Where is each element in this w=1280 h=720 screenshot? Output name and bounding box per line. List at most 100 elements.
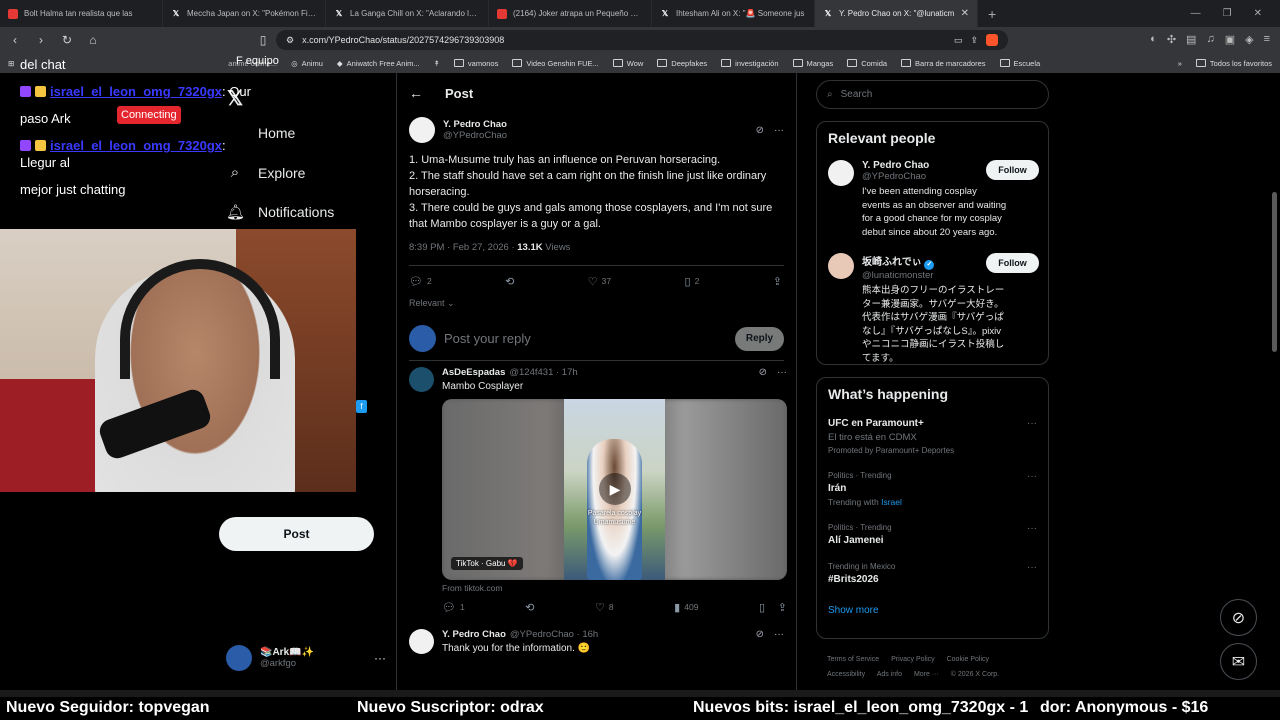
footer-link[interactable]: Accessibility	[827, 671, 865, 678]
follow-button[interactable]: Follow	[986, 160, 1039, 180]
views-action[interactable]: ▮ 409	[674, 601, 698, 614]
forward-icon[interactable]: ›	[34, 33, 48, 47]
back-arrow-icon[interactable]: ←	[409, 85, 423, 101]
reply-action[interactable]: 💬︎ 2	[409, 275, 432, 288]
author-handle[interactable]: @YPedroChao · 16h	[510, 629, 598, 640]
follow-button[interactable]: Follow	[986, 253, 1039, 273]
close-window-icon[interactable]: ✕	[1254, 8, 1262, 19]
avatar[interactable]	[409, 629, 434, 654]
wallet-icon[interactable]: ▣	[1225, 33, 1235, 46]
bookmark-folder[interactable]: Video Genshin FUE...	[512, 59, 599, 68]
close-tab-icon[interactable]: ✕	[961, 8, 969, 19]
puzzle-icon[interactable]: ✣	[1167, 33, 1176, 46]
trend-item[interactable]: Politics · Trending Irán Trending with I…	[828, 471, 1048, 507]
bookmark-folder[interactable]: Barra de marcadores	[901, 59, 986, 68]
bookmark-item[interactable]: ◆ Aniwatch Free Anim...	[337, 59, 420, 68]
more-icon[interactable]: ···	[774, 629, 784, 640]
url-text[interactable]: x.com/YPedroChao/status/2027574296739303…	[302, 35, 946, 45]
avatar[interactable]	[828, 160, 854, 186]
author-name[interactable]: AsDeEspadas	[442, 367, 505, 378]
apps-icon[interactable]: ⊞	[8, 59, 14, 68]
bookmark-folder[interactable]: Comida	[847, 59, 887, 68]
footer-link[interactable]: More ···	[914, 671, 939, 678]
author-name[interactable]: Y. Pedro Chao	[443, 119, 507, 130]
trend-item[interactable]: UFC en Paramount+ El tiro está en CDMX P…	[828, 418, 1048, 455]
author-handle[interactable]: @124f431 · 17h	[509, 367, 577, 378]
browser-tab-active[interactable]: 𝕏 Y. Pedro Chao on X: "@lunaticm ✕	[815, 0, 978, 27]
grok-icon[interactable]: ⊘	[759, 367, 767, 378]
bookmark-action[interactable]: ▯ 2	[685, 275, 700, 288]
back-icon[interactable]: ‹	[8, 33, 22, 47]
video-embed[interactable]: ▶ Pasarela cosplay Umamusume TikTok · Ga…	[442, 399, 787, 580]
minimize-icon[interactable]: —	[1191, 8, 1201, 19]
author-name[interactable]: Y. Pedro Chao	[442, 629, 506, 640]
maximize-icon[interactable]: ❐	[1223, 8, 1232, 19]
reload-icon[interactable]: ↻	[60, 33, 74, 47]
footer-link[interactable]: Cookie Policy	[947, 656, 989, 663]
more-icon[interactable]: ···	[1027, 471, 1037, 482]
cast-icon[interactable]: ▭	[954, 35, 963, 46]
bookmark-share[interactable]: ▯ ⇪	[759, 601, 787, 614]
account-switcher[interactable]: 📚Ark📖✨ @arkfgo ···	[226, 643, 386, 673]
avatar[interactable]	[409, 367, 434, 392]
show-more-link[interactable]: Show more	[828, 605, 1048, 616]
more-icon[interactable]: ···	[1027, 418, 1037, 429]
repost-action[interactable]: ⟲	[505, 275, 514, 288]
link-source[interactable]: From tiktok.com	[442, 583, 787, 593]
post-button[interactable]: Post	[219, 517, 374, 551]
chevron-right-icon[interactable]: »	[1178, 59, 1182, 68]
footer-link[interactable]: Ads info	[877, 671, 902, 678]
bookmark-folder[interactable]: Escuela	[999, 59, 1040, 68]
bookmark-folder[interactable]: investigación	[721, 59, 779, 68]
reply-button[interactable]: Reply	[735, 326, 784, 351]
sidebar-icon[interactable]: ▤	[1186, 33, 1196, 46]
more-icon[interactable]: ···	[1027, 523, 1037, 534]
reply-tweet[interactable]: Y. Pedro Chao @YPedroChao · 16h ⊘ ··· Tha…	[397, 621, 796, 654]
more-icon[interactable]: ···	[1027, 562, 1037, 573]
avatar[interactable]	[828, 253, 854, 279]
grok-icon[interactable]: ⊘	[756, 125, 764, 136]
url-bar[interactable]: ⚙ x.com/YPedroChao/status/20275742967393…	[276, 30, 1008, 50]
browser-tab[interactable]: 𝕏 La Ganga Chill on X: "Aclarando la si	[326, 0, 489, 27]
share-icon[interactable]: ⇪	[970, 35, 978, 46]
all-bookmarks-folder[interactable]: Todos los favoritos	[1195, 59, 1272, 68]
new-tab-icon[interactable]: +	[978, 6, 1006, 22]
repost-action[interactable]: ⟲	[525, 601, 534, 614]
bookmark-item[interactable]: ◎ Animu	[291, 59, 323, 68]
home-icon[interactable]: ⌂	[86, 33, 100, 47]
share-action[interactable]: ⇪	[773, 275, 782, 288]
person-name[interactable]: 坂崎ふれでぃ	[862, 257, 922, 268]
footer-link[interactable]: Privacy Policy	[891, 656, 935, 663]
more-icon[interactable]: ···	[777, 367, 787, 378]
menu-icon[interactable]: ≡	[1264, 33, 1270, 46]
reply-input[interactable]: Post your reply	[444, 331, 727, 346]
footer-link[interactable]: Terms of Service	[827, 656, 879, 663]
person-row[interactable]: 坂崎ふれでぃ ✓ @lunaticmonster 熊本出身のフリーのイラストレー…	[828, 253, 1048, 365]
bookmark-icon[interactable]: ▯	[256, 33, 270, 47]
messages-fab-icon[interactable]: ✉	[1220, 643, 1257, 680]
search-input[interactable]: ⌕ Search	[816, 80, 1049, 109]
brave-shield-icon[interactable]	[986, 34, 998, 46]
like-action[interactable]: ♡ 37	[588, 275, 611, 288]
browser-tab[interactable]: 𝕏 Ihtesham Ali on X: "🚨 Someone jus	[652, 0, 815, 27]
bookmark-folder[interactable]: Mangas	[792, 59, 833, 68]
sort-dropdown[interactable]: Relevant ⌄	[409, 298, 784, 309]
site-info-icon[interactable]: ⚙	[286, 35, 294, 46]
avatar[interactable]	[409, 117, 435, 143]
trend-item[interactable]: Politics · Trending Alí Jamenei ···	[828, 523, 1048, 546]
like-action[interactable]: ♡ 8	[595, 601, 614, 614]
extension-icon[interactable]: ◐	[1150, 33, 1157, 46]
grok-fab-icon[interactable]: ⊘	[1220, 599, 1257, 636]
person-row[interactable]: Y. Pedro Chao @YPedroChao I've been atte…	[828, 160, 1048, 239]
more-icon[interactable]: ···	[374, 651, 386, 665]
bookmark-folder[interactable]: Deepfakes	[657, 59, 707, 68]
page-scrollbar[interactable]	[1272, 192, 1277, 352]
author-handle[interactable]: @YPedroChao	[443, 130, 507, 141]
browser-tab[interactable]: (2164) Joker atrapa un Pequeño Poke	[489, 0, 652, 27]
browser-tab[interactable]: Bolt Halma tan realista que las	[0, 0, 163, 27]
reply-action[interactable]: 💬︎ 1	[442, 601, 465, 614]
vpn-icon[interactable]: ◈	[1245, 33, 1253, 46]
bookmark-folder[interactable]: vamonos	[453, 59, 498, 68]
play-icon[interactable]: ▶	[599, 473, 631, 505]
reply-tweet[interactable]: AsDeEspadas @124f431 · 17h ⊘ ··· Mambo Co…	[397, 361, 796, 621]
